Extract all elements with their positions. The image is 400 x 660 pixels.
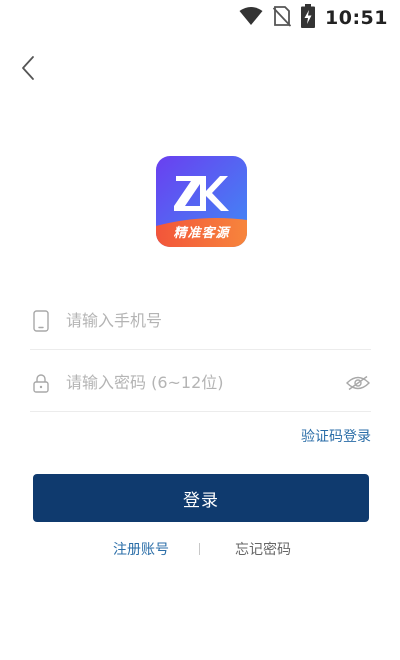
no-sim-icon bbox=[272, 5, 292, 31]
back-button[interactable] bbox=[14, 56, 42, 84]
status-bar: 10:51 bbox=[0, 0, 400, 36]
register-link[interactable]: 注册账号 bbox=[113, 539, 169, 559]
phone-input[interactable] bbox=[66, 300, 371, 341]
battery-charging-icon bbox=[301, 4, 316, 32]
wifi-icon bbox=[239, 6, 263, 30]
app-logo: 精准客源 bbox=[156, 156, 247, 247]
link-divider bbox=[199, 543, 200, 555]
status-icons: 10:51 bbox=[239, 4, 388, 32]
lock-icon bbox=[30, 372, 52, 394]
phone-icon bbox=[30, 309, 52, 332]
login-button[interactable]: 登录 bbox=[33, 474, 369, 522]
logo-tagline: 精准客源 bbox=[173, 226, 230, 241]
phone-field-row bbox=[30, 292, 371, 350]
status-time: 10:51 bbox=[325, 7, 388, 29]
password-input[interactable] bbox=[66, 362, 345, 403]
eye-icon[interactable] bbox=[345, 372, 371, 394]
chevron-left-icon bbox=[20, 55, 36, 85]
bottom-links: 注册账号 忘记密码 bbox=[0, 539, 400, 561]
password-field-row bbox=[30, 354, 371, 412]
forgot-password-link[interactable]: 忘记密码 bbox=[235, 539, 291, 559]
sms-login-link[interactable]: 验证码登录 bbox=[301, 426, 371, 446]
